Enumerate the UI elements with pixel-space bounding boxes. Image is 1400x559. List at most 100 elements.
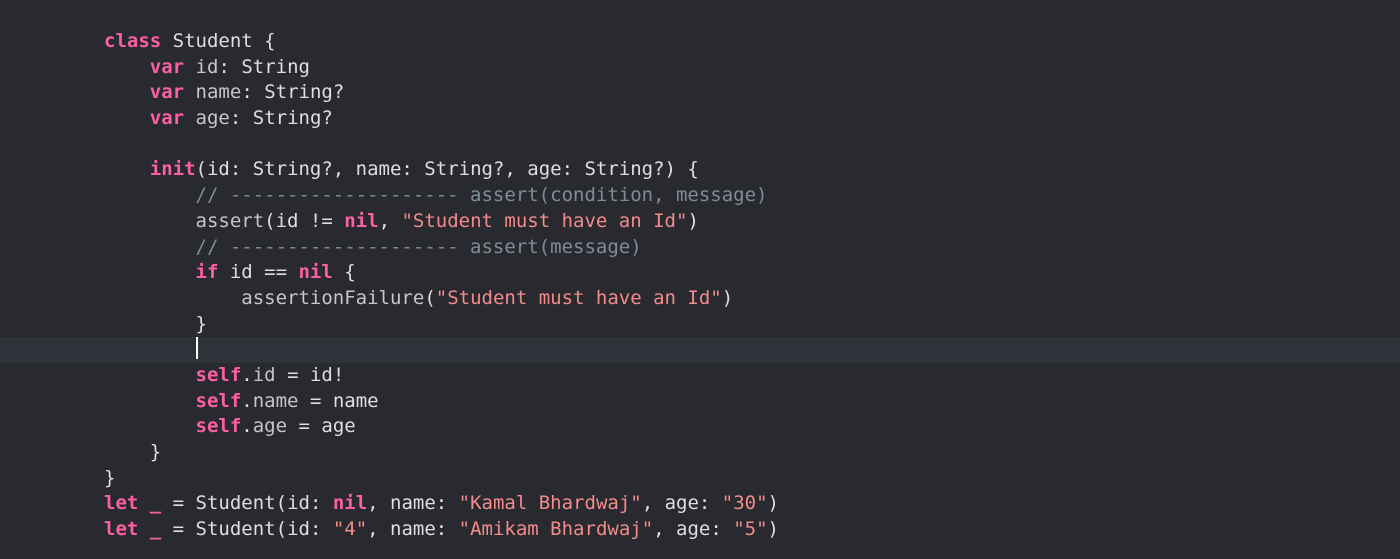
- code-token: }: [104, 441, 162, 463]
- string-token: "Student must have an Id": [401, 209, 688, 232]
- code-token: , name:: [367, 518, 459, 541]
- keyword-token: self: [195, 389, 242, 412]
- code-token: .: [241, 363, 253, 386]
- code-token: , age:: [653, 518, 734, 541]
- function-token: assert: [195, 209, 265, 232]
- code-token: ): [721, 286, 734, 309]
- code-line[interactable]: let _ = Student(id: "4", name: "Amikam B…: [104, 517, 779, 543]
- code-line[interactable]: if id == nil {: [104, 260, 779, 286]
- keyword-token: nil: [298, 261, 333, 284]
- string-token: "30": [721, 492, 768, 515]
- code-token: .: [241, 389, 253, 412]
- code-token: id ==: [218, 261, 299, 284]
- keyword-token: self: [195, 363, 242, 386]
- code-token: ,: [378, 209, 402, 232]
- string-token: "Amikam Bhardwaj": [458, 518, 654, 541]
- property-token: age: [195, 107, 230, 130]
- code-line[interactable]: var name: String?: [104, 80, 779, 106]
- code-token: }: [104, 312, 207, 335]
- property-token: age: [252, 415, 288, 438]
- code-line[interactable]: }: [104, 440, 779, 466]
- code-token: = id!: [275, 363, 345, 386]
- string-token: "Student must have an Id": [435, 286, 722, 309]
- code-token: }: [104, 466, 116, 489]
- code-token: , age:: [641, 492, 722, 515]
- keyword-token: self: [195, 415, 242, 438]
- code-line[interactable]: let _ = Student(id: nil, name: "Kamal Bh…: [104, 491, 779, 517]
- keyword-token: nil: [344, 209, 379, 232]
- keyword-token: init: [149, 158, 196, 181]
- comment-token: // -------------------- assert(message): [195, 235, 642, 258]
- string-token: "4": [332, 518, 368, 541]
- code-token: (id: String?, name: String?, age: String…: [195, 158, 699, 181]
- code-editor[interactable]: class Student { var id: String var name:…: [0, 0, 1400, 559]
- string-token: "5": [733, 518, 768, 541]
- code-line[interactable]: self.id = id!: [104, 363, 779, 389]
- code-line[interactable]: var id: String: [104, 55, 779, 81]
- code-token: (id !=: [264, 209, 345, 232]
- code-token: : String?: [229, 107, 333, 130]
- code-token: : String: [218, 55, 310, 78]
- code-token: = name: [298, 389, 379, 412]
- property-token: id: [195, 55, 219, 78]
- code-line[interactable]: [104, 337, 779, 363]
- code-line[interactable]: }: [104, 466, 779, 492]
- comment-token: // -------------------- assert(condition…: [195, 184, 768, 207]
- code-token: Student {: [161, 30, 276, 52]
- code-token: {: [332, 261, 356, 284]
- string-token: "Kamal Bhardwaj": [458, 492, 642, 515]
- code-token: ): [767, 492, 779, 515]
- code-token: (: [424, 286, 436, 309]
- code-token: , name:: [367, 492, 459, 515]
- code-line[interactable]: init(id: String?, name: String?, age: St…: [104, 157, 779, 183]
- keyword-token: _: [149, 518, 162, 541]
- property-token: name: [252, 389, 299, 412]
- source-code[interactable]: class Student { var id: String var name:…: [104, 29, 779, 543]
- keyword-token: class: [104, 30, 162, 52]
- keyword-token: let: [104, 518, 139, 541]
- keyword-token: if: [195, 261, 219, 284]
- keyword-token: let: [104, 492, 139, 515]
- keyword-token: nil: [332, 492, 368, 515]
- code-token: = Student(id:: [161, 492, 333, 515]
- code-line[interactable]: self.age = age: [104, 414, 779, 440]
- keyword-token: var: [149, 81, 185, 104]
- property-token: id: [252, 363, 276, 386]
- code-token: : String?: [241, 81, 345, 104]
- code-token: = age: [287, 415, 356, 438]
- code-line[interactable]: }: [104, 312, 779, 338]
- function-token: assertionFailure: [241, 286, 425, 309]
- keyword-token: var: [149, 55, 185, 78]
- code-token: ): [767, 518, 779, 541]
- code-token: .: [241, 415, 253, 438]
- code-line[interactable]: var age: String?: [104, 106, 779, 132]
- code-line[interactable]: self.name = name: [104, 389, 779, 415]
- code-line[interactable]: // -------------------- assert(condition…: [104, 183, 779, 209]
- code-line[interactable]: class Student {: [104, 29, 779, 55]
- code-line[interactable]: // -------------------- assert(message): [104, 235, 779, 261]
- code-line[interactable]: assert(id != nil, "Student must have an …: [104, 209, 779, 235]
- code-line[interactable]: assertionFailure("Student must have an I…: [104, 286, 779, 312]
- keyword-token: var: [149, 107, 185, 130]
- text-cursor: [195, 337, 198, 360]
- code-token: = Student(id:: [161, 518, 333, 541]
- code-token: ): [687, 209, 699, 232]
- code-line[interactable]: [104, 132, 779, 158]
